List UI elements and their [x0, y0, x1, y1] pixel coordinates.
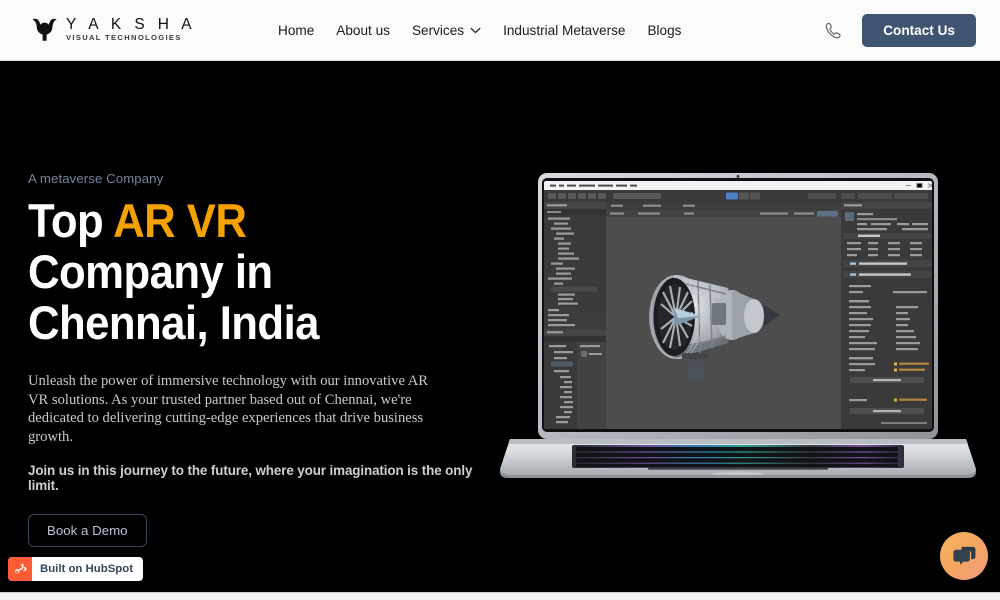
site-header: Y A K S H A VISUAL TECHNOLOGIES Home Abo…	[0, 0, 1000, 61]
contact-us-button[interactable]: Contact Us	[862, 14, 976, 47]
nav-label: Home	[278, 23, 314, 38]
yaksha-bull-logo-icon	[31, 17, 59, 43]
hero-section: A metaverse Company Top AR VR Company in…	[0, 61, 1000, 592]
hero-eyebrow: A metaverse Company	[28, 171, 488, 186]
main-navigation: Home About us Services Industrial Metave…	[278, 0, 681, 61]
hubspot-badge-label: Built on HubSpot	[32, 563, 143, 575]
nav-item-services[interactable]: Services	[412, 23, 481, 38]
nav-item-industrial-metaverse[interactable]: Industrial Metaverse	[503, 23, 625, 38]
nav-item-about-us[interactable]: About us	[336, 23, 390, 38]
headline-accent: AR VR	[113, 194, 246, 247]
hero-subline: Join us in this journey to the future, w…	[28, 463, 488, 493]
logo-text: Y A K S H A VISUAL TECHNOLOGIES	[66, 17, 196, 43]
headline-line-1: Top AR VR	[28, 195, 456, 246]
phone-icon[interactable]	[824, 21, 843, 40]
nav-label: Industrial Metaverse	[503, 23, 625, 38]
chat-widget-button[interactable]	[940, 532, 988, 580]
hero-headline: Top AR VR Company in Chennai, India	[28, 195, 456, 348]
header-actions: Contact Us	[824, 0, 976, 61]
logo-name: Y A K S H A	[66, 17, 196, 33]
headline-pre: Top	[28, 194, 113, 247]
nav-label: About us	[336, 23, 390, 38]
headline-line-2: Company in	[28, 246, 456, 297]
nav-label: Blogs	[647, 23, 681, 38]
page-bottom-strip	[0, 592, 1000, 600]
nav-item-blogs[interactable]: Blogs	[647, 23, 681, 38]
nav-item-home[interactable]: Home	[278, 23, 314, 38]
headline-line-3: Chennai, India	[28, 297, 456, 348]
laptop-hero-image	[498, 167, 978, 497]
logo-subtitle: VISUAL TECHNOLOGIES	[66, 34, 196, 43]
laptop-illustration	[498, 167, 978, 497]
chevron-down-icon	[470, 27, 481, 34]
hero-paragraph: Unleash the power of immersive technolog…	[28, 372, 448, 447]
logo[interactable]: Y A K S H A VISUAL TECHNOLOGIES	[31, 17, 196, 43]
book-a-demo-button[interactable]: Book a Demo	[28, 514, 147, 547]
chat-bubble-icon	[952, 545, 977, 568]
hubspot-sprocket-icon	[8, 557, 32, 581]
nav-label: Services	[412, 23, 464, 38]
hero-content: A metaverse Company Top AR VR Company in…	[28, 171, 488, 547]
built-on-hubspot-badge[interactable]: Built on HubSpot	[8, 557, 143, 581]
